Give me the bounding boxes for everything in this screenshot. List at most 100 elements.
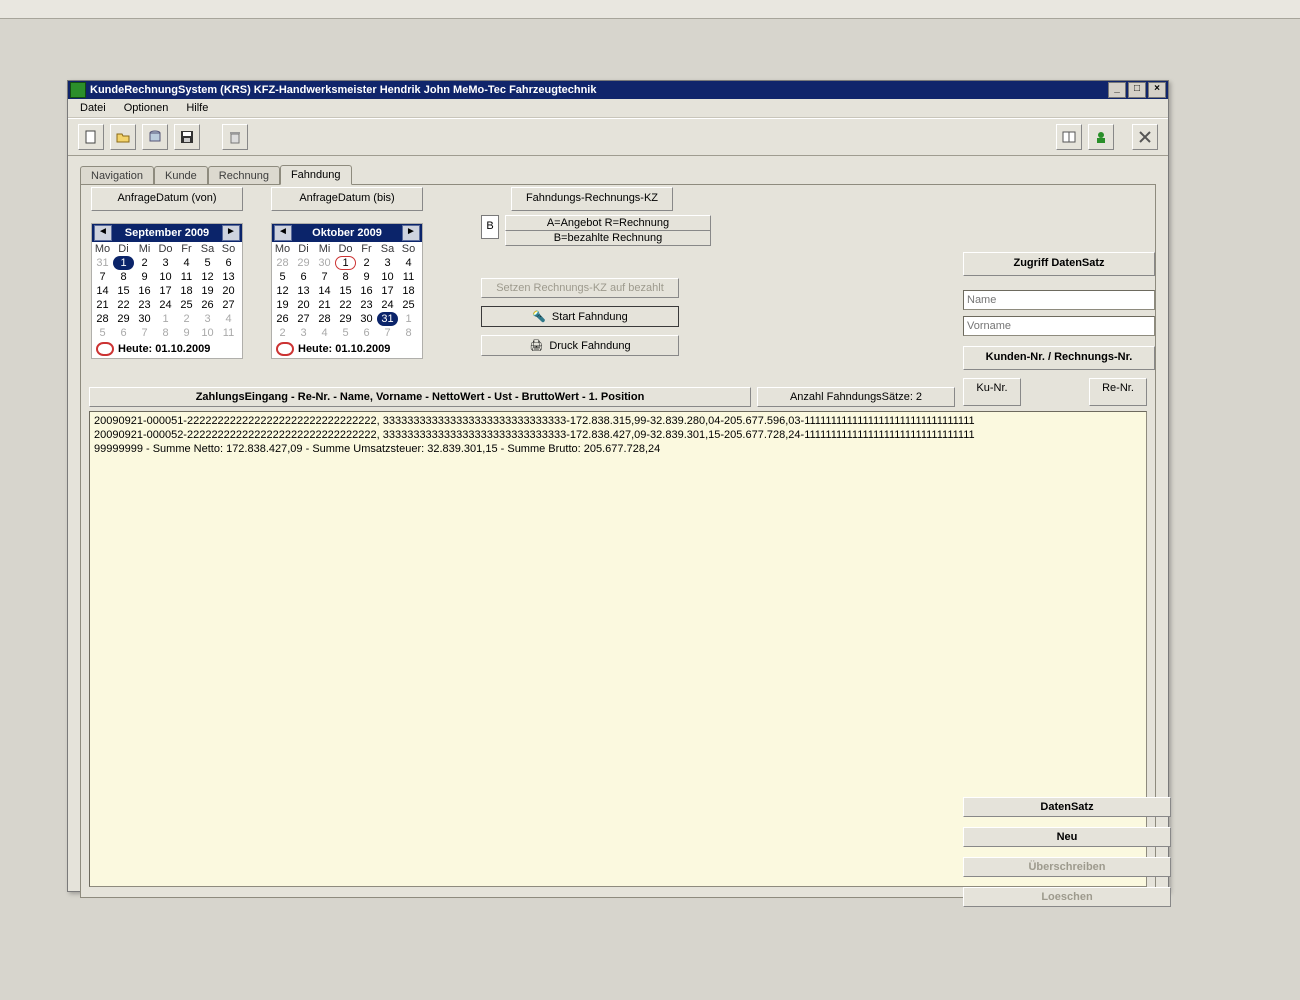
- ku-nr-button[interactable]: Ku-Nr.: [963, 378, 1021, 406]
- menu-datei[interactable]: Datei: [72, 101, 114, 115]
- druck-fahndung-button[interactable]: 🖨 Druck Fahndung: [481, 335, 679, 356]
- result-row[interactable]: 99999999 - Summe Netto: 172.838.427,09 -…: [94, 442, 1142, 456]
- calendar-day[interactable]: 1: [398, 312, 419, 326]
- calendar-day[interactable]: 26: [197, 298, 218, 312]
- calendar-day[interactable]: 19: [197, 284, 218, 298]
- calendar-day[interactable]: 15: [335, 284, 356, 298]
- calendar-day[interactable]: 23: [356, 298, 377, 312]
- calendar-day[interactable]: 28: [92, 312, 113, 326]
- calendar-day[interactable]: 24: [155, 298, 176, 312]
- calendar-bis[interactable]: ◄Oktober 2009►MoDiMiDoFrSaSo282930123456…: [271, 223, 423, 359]
- calendar-day[interactable]: 19: [272, 298, 293, 312]
- calendar-day[interactable]: 22: [335, 298, 356, 312]
- calendar-day[interactable]: 30: [314, 256, 335, 270]
- neu-button[interactable]: Neu: [963, 827, 1171, 847]
- calendar-day[interactable]: 12: [272, 284, 293, 298]
- calendar-day[interactable]: 23: [134, 298, 155, 312]
- tool-delete-icon[interactable]: [222, 124, 248, 150]
- calendar-day[interactable]: 12: [197, 270, 218, 284]
- calendar-day[interactable]: 8: [398, 326, 419, 340]
- anfrage-von-header[interactable]: AnfrageDatum (von): [91, 187, 243, 211]
- calendar-day[interactable]: 27: [218, 298, 239, 312]
- tool-db-icon[interactable]: [142, 124, 168, 150]
- calendar-day[interactable]: 4: [314, 326, 335, 340]
- calendar-day[interactable]: 28: [272, 256, 293, 270]
- calendar-day[interactable]: 20: [218, 284, 239, 298]
- calendar-day[interactable]: 27: [293, 312, 314, 326]
- calendar-day[interactable]: 1: [335, 256, 356, 270]
- calendar-day[interactable]: 4: [398, 256, 419, 270]
- calendar-day[interactable]: 31: [377, 312, 398, 326]
- calendar-day[interactable]: 5: [335, 326, 356, 340]
- calendar-day[interactable]: 25: [398, 298, 419, 312]
- calendar-day[interactable]: 5: [197, 256, 218, 270]
- calendar-day[interactable]: 21: [314, 298, 335, 312]
- calendar-day[interactable]: 14: [92, 284, 113, 298]
- calendar-day[interactable]: 8: [335, 270, 356, 284]
- vorname-input[interactable]: [963, 316, 1155, 336]
- calendar-day[interactable]: 10: [155, 270, 176, 284]
- calendar-day[interactable]: 22: [113, 298, 134, 312]
- tab-kunde[interactable]: Kunde: [154, 166, 208, 185]
- calendar-day[interactable]: 11: [218, 326, 239, 340]
- calendar-day[interactable]: 29: [113, 312, 134, 326]
- calendar-day[interactable]: 17: [377, 284, 398, 298]
- tool-open-icon[interactable]: [110, 124, 136, 150]
- calendar-day[interactable]: 16: [134, 284, 155, 298]
- calendar-today-label[interactable]: Heute: 01.10.2009: [118, 343, 210, 355]
- calendar-day[interactable]: 21: [92, 298, 113, 312]
- calendar-day[interactable]: 18: [398, 284, 419, 298]
- calendar-day[interactable]: 3: [377, 256, 398, 270]
- calendar-day[interactable]: 18: [176, 284, 197, 298]
- menu-hilfe[interactable]: Hilfe: [178, 101, 216, 115]
- calendar-day[interactable]: 6: [293, 270, 314, 284]
- calendar-day[interactable]: 4: [176, 256, 197, 270]
- calendar-day[interactable]: 13: [218, 270, 239, 284]
- calendar-day[interactable]: 10: [377, 270, 398, 284]
- calendar-day[interactable]: 7: [314, 270, 335, 284]
- tab-navigation[interactable]: Navigation: [80, 166, 154, 185]
- menu-optionen[interactable]: Optionen: [116, 101, 177, 115]
- calendar-day[interactable]: 2: [272, 326, 293, 340]
- calendar-day[interactable]: 11: [176, 270, 197, 284]
- tool-new-icon[interactable]: [78, 124, 104, 150]
- minimize-button[interactable]: _: [1108, 82, 1126, 98]
- tool-user-icon[interactable]: [1088, 124, 1114, 150]
- tool-book-icon[interactable]: [1056, 124, 1082, 150]
- kz-mode-field[interactable]: B: [481, 215, 499, 239]
- calendar-day[interactable]: 3: [197, 312, 218, 326]
- calendar-day[interactable]: 6: [356, 326, 377, 340]
- calendar-day[interactable]: 24: [377, 298, 398, 312]
- calendar-day[interactable]: 17: [155, 284, 176, 298]
- calendar-day[interactable]: 11: [398, 270, 419, 284]
- result-row[interactable]: 20090921-000051-222222222222222222222222…: [94, 414, 1142, 428]
- calendar-day[interactable]: 7: [134, 326, 155, 340]
- calendar-day[interactable]: 2: [134, 256, 155, 270]
- calendar-day[interactable]: 25: [176, 298, 197, 312]
- calendar-day[interactable]: 30: [356, 312, 377, 326]
- close-button[interactable]: ×: [1148, 82, 1166, 98]
- cal-prev-icon[interactable]: ◄: [274, 225, 292, 241]
- name-input[interactable]: [963, 290, 1155, 310]
- calendar-day[interactable]: 4: [218, 312, 239, 326]
- calendar-day[interactable]: 28: [314, 312, 335, 326]
- calendar-day[interactable]: 2: [356, 256, 377, 270]
- tool-save-icon[interactable]: [174, 124, 200, 150]
- calendar-day[interactable]: 3: [155, 256, 176, 270]
- calendar-day[interactable]: 16: [356, 284, 377, 298]
- calendar-day[interactable]: 14: [314, 284, 335, 298]
- calendar-day[interactable]: 29: [293, 256, 314, 270]
- maximize-button[interactable]: □: [1128, 82, 1146, 98]
- calendar-day[interactable]: 30: [134, 312, 155, 326]
- calendar-day[interactable]: 3: [293, 326, 314, 340]
- start-fahndung-button[interactable]: 🔦 Start Fahndung: [481, 306, 679, 327]
- re-nr-button[interactable]: Re-Nr.: [1089, 378, 1147, 406]
- cal-prev-icon[interactable]: ◄: [94, 225, 112, 241]
- calendar-day[interactable]: 5: [92, 326, 113, 340]
- result-row[interactable]: 20090921-000052-222222222222222222222222…: [94, 428, 1142, 442]
- calendar-day[interactable]: 2: [176, 312, 197, 326]
- calendar-day[interactable]: 9: [176, 326, 197, 340]
- calendar-von[interactable]: ◄September 2009►MoDiMiDoFrSaSo3112345678…: [91, 223, 243, 359]
- calendar-day[interactable]: 9: [134, 270, 155, 284]
- calendar-today-label[interactable]: Heute: 01.10.2009: [298, 343, 390, 355]
